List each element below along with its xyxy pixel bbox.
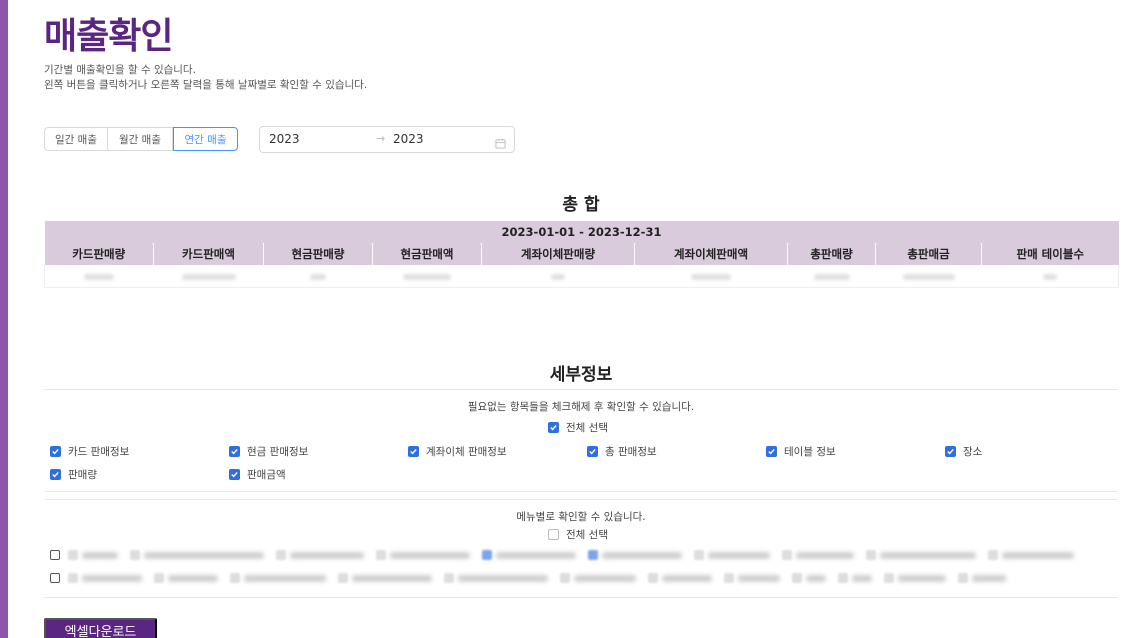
col-total-qty: 총판매량: [787, 243, 876, 265]
col-cash-qty: 현금판매량: [263, 243, 373, 265]
menu-item[interactable]: [68, 550, 118, 560]
menu-item[interactable]: [884, 573, 946, 583]
menu-item[interactable]: [648, 573, 712, 583]
checkbox-checked-icon: [408, 446, 419, 457]
detail-hint: 필요없는 항목들을 체크해제 후 확인할 수 있습니다.: [467, 401, 695, 413]
option-cash-checkbox[interactable]: 현금 판매정보: [229, 444, 308, 459]
option-label: 테이블 정보: [784, 446, 836, 458]
yearly-sales-button[interactable]: 연간 매출: [173, 127, 238, 151]
menu-row-checkbox[interactable]: [50, 550, 60, 560]
menu-item[interactable]: [988, 550, 1074, 560]
col-card-amount: 카드판매액: [153, 243, 264, 265]
menu-item[interactable]: [866, 550, 976, 560]
table-cell: [787, 265, 876, 288]
option-place-checkbox[interactable]: 장소: [945, 444, 982, 459]
menu-item[interactable]: [68, 573, 142, 583]
menu-row: [50, 571, 1110, 585]
menu-select-all-checkbox[interactable]: 전체 선택: [548, 527, 608, 542]
checkbox-checked-icon: [548, 422, 559, 433]
monthly-sales-button[interactable]: 월간 매출: [108, 127, 173, 151]
col-cash-amount: 현금판매액: [372, 243, 482, 265]
divider: [44, 389, 1118, 390]
menu-item[interactable]: [276, 550, 364, 560]
page-title: 매출확인: [44, 16, 173, 57]
range-start-input[interactable]: 2023: [269, 132, 300, 146]
calendar-icon[interactable]: [495, 134, 506, 149]
summary-table: 2023-01-01 - 2023-12-31 카드판매량 카드판매액 현금판매…: [44, 221, 1120, 288]
menu-item[interactable]: [792, 573, 826, 583]
menu-hint: 메뉴별로 확인할 수 있습니다.: [516, 511, 646, 523]
page-description: 기간별 매출확인을 할 수 있습니다.: [44, 64, 196, 76]
menu-item[interactable]: [338, 573, 432, 583]
detail-title: 세부정보: [549, 365, 613, 385]
menu-item[interactable]: [376, 550, 470, 560]
divider: [44, 597, 1118, 598]
menu-item[interactable]: [838, 573, 872, 583]
excel-download-button[interactable]: 엑셀다운로드: [44, 618, 157, 638]
menu-item[interactable]: [782, 550, 854, 560]
option-amount-checkbox[interactable]: 판매금액: [229, 467, 286, 482]
menu-item[interactable]: [444, 573, 548, 583]
checkbox-checked-icon: [50, 469, 61, 480]
option-label: 현금 판매정보: [247, 446, 309, 458]
table-cell: [875, 265, 982, 288]
checkbox-checked-icon: [945, 446, 956, 457]
menu-item[interactable]: [482, 550, 576, 560]
menu-item[interactable]: [588, 550, 682, 560]
col-table-count: 판매 테이블수: [981, 243, 1119, 265]
col-transfer-qty: 계좌이체판매량: [481, 243, 635, 265]
option-table-checkbox[interactable]: 테이블 정보: [766, 444, 836, 459]
range-arrow-icon: →: [376, 132, 386, 145]
col-card-qty: 카드판매량: [44, 243, 154, 265]
option-label: 총 판매정보: [605, 446, 657, 458]
option-label: 계좌이체 판매정보: [426, 446, 507, 458]
menu-item[interactable]: [694, 550, 770, 560]
option-label: 판매금액: [247, 469, 286, 481]
table-cell: [481, 265, 635, 288]
select-all-checkbox[interactable]: 전체 선택: [548, 420, 608, 435]
table-row: [44, 265, 1120, 288]
menu-item[interactable]: [130, 550, 264, 560]
option-transfer-checkbox[interactable]: 계좌이체 판매정보: [408, 444, 507, 459]
col-total-amount: 총판매금: [875, 243, 982, 265]
option-total-checkbox[interactable]: 총 판매정보: [587, 444, 657, 459]
select-all-label: 전체 선택: [566, 422, 608, 434]
date-range-picker[interactable]: 2023 → 2023: [259, 126, 515, 153]
col-transfer-amount: 계좌이체판매액: [634, 243, 788, 265]
period-toggle-group: 일간 매출 월간 매출 연간 매출: [44, 127, 238, 151]
menu-select-all-label: 전체 선택: [566, 529, 608, 541]
checkbox-checked-icon: [587, 446, 598, 457]
checkbox-checked-icon: [50, 446, 61, 457]
menu-item[interactable]: [724, 573, 780, 583]
table-cell: [263, 265, 373, 288]
range-end-input[interactable]: 2023: [393, 132, 424, 146]
menu-item[interactable]: [958, 573, 1006, 583]
option-label: 판매량: [68, 469, 97, 481]
page-description-2: 왼쪽 버튼을 클릭하거나 오른쪽 달력을 통해 날짜별로 확인할 수 있습니다.: [44, 79, 368, 91]
checkbox-unchecked-icon: [548, 529, 559, 540]
summary-date-range: 2023-01-01 - 2023-12-31: [44, 221, 1119, 243]
checkbox-checked-icon: [766, 446, 777, 457]
divider: [44, 499, 1118, 500]
table-cell: [372, 265, 482, 288]
table-cell: [44, 265, 154, 288]
option-label: 장소: [963, 446, 983, 458]
daily-sales-button[interactable]: 일간 매출: [44, 127, 108, 151]
option-card-checkbox[interactable]: 카드 판매정보: [50, 444, 129, 459]
summary-title: 총 합: [562, 195, 600, 215]
menu-item[interactable]: [560, 573, 636, 583]
option-qty-checkbox[interactable]: 판매량: [50, 467, 97, 482]
checkbox-checked-icon: [229, 446, 240, 457]
checkbox-checked-icon: [229, 469, 240, 480]
table-cell: [981, 265, 1120, 288]
menu-item[interactable]: [230, 573, 326, 583]
menu-row-checkbox[interactable]: [50, 573, 60, 583]
table-cell: [153, 265, 264, 288]
option-label: 카드 판매정보: [68, 446, 130, 458]
side-accent-bar: [0, 0, 8, 638]
table-cell: [634, 265, 788, 288]
menu-row: [50, 548, 1110, 562]
divider: [44, 491, 1118, 492]
menu-item[interactable]: [154, 573, 218, 583]
